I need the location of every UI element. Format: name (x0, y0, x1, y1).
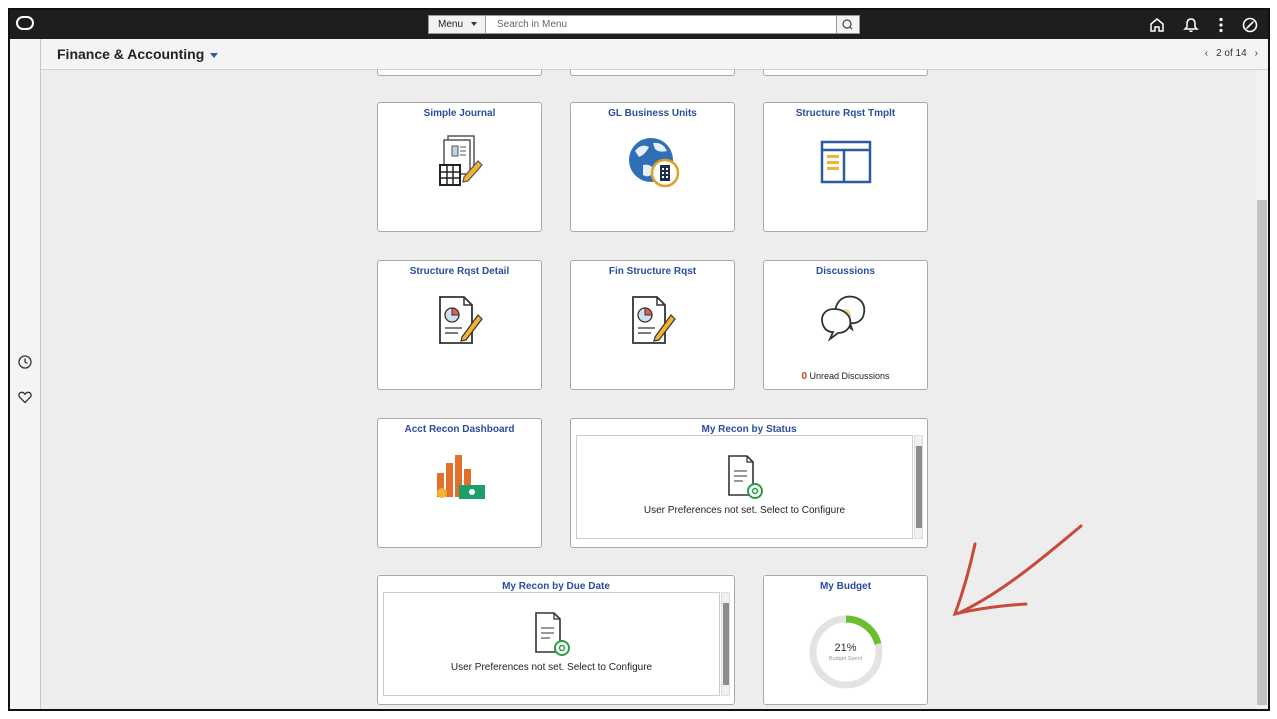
page-counter: 2 of 14 (1216, 48, 1247, 59)
page-scrollbar[interactable] (1256, 70, 1268, 709)
document-edit-icon (438, 296, 483, 344)
tile-fin-structure-rqst[interactable]: Fin Structure Rqst (570, 260, 735, 390)
tile-structure-rqst-tmplt[interactable]: Structure Rqst Tmplt (763, 102, 928, 232)
search-input[interactable]: Search in Menu (486, 15, 837, 34)
tile-my-recon-by-status[interactable]: My Recon by Status User Preferences not … (570, 418, 928, 548)
tile-my-recon-by-due-date[interactable]: My Recon by Due Date User Preferences no… (377, 575, 735, 705)
page-header: Finance & Accounting ‹ 2 of 14 › (41, 39, 1268, 70)
tile-grid: Simple Journal GL Business Units Structu… (41, 70, 1256, 709)
document-settings-icon (727, 455, 763, 499)
tile-structure-rqst-detail[interactable]: Structure Rqst Detail (377, 260, 542, 390)
tile-title: My Recon by Due Date (502, 581, 610, 592)
tile-title: My Budget (819, 581, 872, 592)
search-button[interactable] (837, 15, 860, 34)
configure-message: User Preferences not set. Select to Conf… (450, 662, 653, 673)
budget-spent-label: Budget Spent (828, 656, 863, 662)
partial-tile[interactable] (377, 70, 542, 76)
chat-bubbles-icon (820, 295, 865, 342)
homepage-title[interactable]: Finance & Accounting (57, 46, 219, 62)
template-layout-icon (820, 140, 871, 184)
top-bar: Menu Search in Menu (10, 10, 1268, 39)
app-frame: Menu Search in Menu Finance & Accounting… (8, 8, 1270, 711)
tile-title: Discussions (816, 266, 875, 277)
globe-building-icon (628, 138, 679, 188)
caret-down-icon (210, 52, 219, 58)
next-page-icon[interactable]: › (1255, 48, 1258, 59)
tile-discussions[interactable]: Discussions 0 Unread Discussions (763, 260, 928, 390)
tile-gl-business-units[interactable]: GL Business Units (570, 102, 735, 232)
partial-tile[interactable] (763, 70, 928, 76)
budget-percent: 21% (834, 642, 857, 654)
tile-content-panel: User Preferences not set. Select to Conf… (383, 592, 720, 696)
tile-scrollbar-thumb[interactable] (916, 446, 922, 528)
menu-button-label: Menu (438, 19, 464, 30)
recon-dashboard-icon (436, 455, 485, 499)
previous-page-icon[interactable]: ‹ (1205, 48, 1208, 59)
configure-message: User Preferences not set. Select to Conf… (643, 505, 846, 516)
favorites-heart-icon[interactable] (17, 389, 33, 405)
menu-button[interactable]: Menu (428, 15, 486, 34)
search-placeholder: Search in Menu (497, 19, 568, 30)
homepage-pager: ‹ 2 of 14 › (1205, 48, 1258, 59)
tile-title: Fin Structure Rqst (608, 266, 697, 277)
search-icon (842, 19, 853, 30)
bell-icon[interactable] (1181, 15, 1201, 35)
compass-icon[interactable] (1240, 15, 1260, 35)
left-rail (10, 39, 41, 709)
tile-acct-recon-dashboard[interactable]: Acct Recon Dashboard (377, 418, 542, 548)
annotation-arrow (952, 524, 1083, 617)
unread-count: 0 (801, 371, 807, 382)
simple-journal-icon (438, 135, 483, 186)
unread-label: Unread Discussions (809, 371, 890, 381)
partial-tile[interactable] (570, 70, 735, 76)
kebab-icon[interactable] (1211, 15, 1231, 35)
page-scrollbar-thumb[interactable] (1257, 200, 1267, 705)
tile-scrollbar[interactable] (721, 592, 730, 696)
tile-my-budget[interactable]: My Budget 21% Budget Spent (763, 575, 928, 705)
tile-scrollbar[interactable] (914, 435, 923, 539)
tile-title: Acct Recon Dashboard (404, 424, 515, 435)
tile-simple-journal[interactable]: Simple Journal (377, 102, 542, 232)
home-icon[interactable] (1147, 15, 1167, 35)
document-settings-icon (534, 612, 570, 656)
chevron-down-icon (470, 22, 477, 27)
tile-scrollbar-thumb[interactable] (723, 603, 729, 685)
unread-discussions: 0 Unread Discussions (764, 371, 927, 382)
oracle-logo-icon[interactable] (16, 16, 34, 30)
tile-title: Structure Rqst Tmplt (795, 108, 896, 119)
homepage-title-text: Finance & Accounting (57, 46, 205, 62)
tile-title: Structure Rqst Detail (409, 266, 510, 277)
tile-title: Simple Journal (423, 108, 496, 119)
recent-history-icon[interactable] (17, 354, 33, 370)
document-edit-icon (631, 296, 676, 344)
tile-title: My Recon by Status (701, 424, 797, 435)
tile-title: GL Business Units (608, 108, 697, 119)
tile-content-panel: User Preferences not set. Select to Conf… (576, 435, 913, 539)
